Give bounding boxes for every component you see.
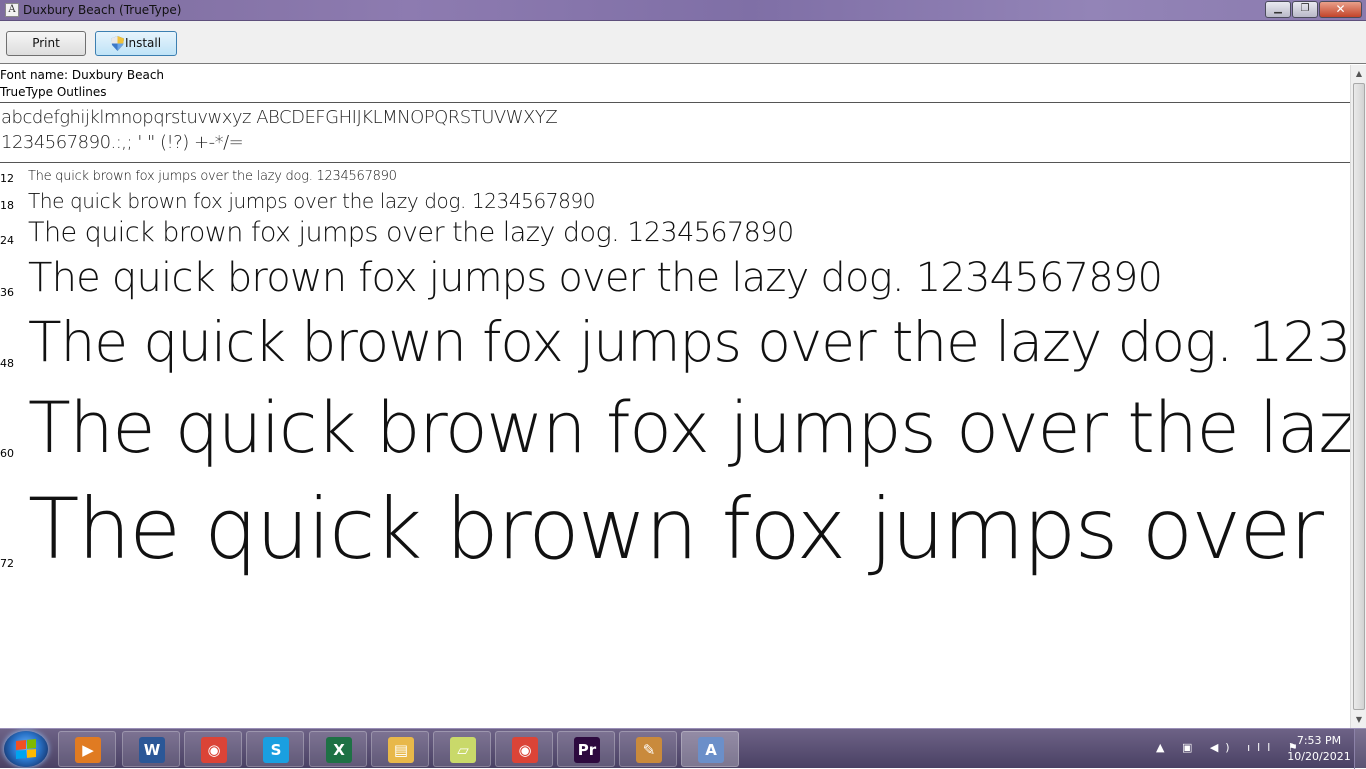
- size-label: 48: [0, 357, 14, 370]
- window-title: Duxbury Beach (TrueType): [23, 3, 182, 17]
- toolbar: Print Install: [0, 21, 1366, 64]
- scroll-thumb[interactable]: [1353, 83, 1365, 710]
- scroll-down-button[interactable]: ▼: [1351, 711, 1366, 728]
- size-label: 72: [0, 557, 14, 570]
- sample-text: The quick brown fox jumps over the lazy …: [28, 480, 1350, 578]
- chrome-icon: ◉: [201, 737, 227, 763]
- chrome-icon-2: ◉: [512, 737, 538, 763]
- title-bar: A Duxbury Beach (TrueType) ▁ ❐ ✕: [0, 0, 1366, 21]
- taskbar-button[interactable]: X: [309, 731, 367, 767]
- excel-icon: X: [326, 737, 352, 763]
- font-preview-pane: Font name: Duxbury Beach TrueType Outlin…: [0, 65, 1350, 728]
- sticky-notes-icon: ▱: [450, 737, 476, 763]
- size-label: 60: [0, 447, 14, 460]
- taskbar-button[interactable]: ◉: [184, 731, 242, 767]
- taskbar-button[interactable]: S: [246, 731, 304, 767]
- close-button[interactable]: ✕: [1319, 1, 1362, 18]
- size-label: 36: [0, 286, 14, 299]
- media-player-icon: ▶: [75, 737, 101, 763]
- tray-icons[interactable]: ▲ ▣ ◀) ıll ⚑: [1156, 741, 1305, 754]
- font-type-line: TrueType Outlines: [0, 85, 107, 99]
- taskbar-button[interactable]: ▶: [58, 731, 116, 767]
- taskbar-button[interactable]: ◉: [495, 731, 553, 767]
- taskbar-button[interactable]: W: [122, 731, 180, 767]
- show-desktop-button[interactable]: [1354, 729, 1366, 769]
- sample-row-48: 48 The quick brown fox jumps over the la…: [0, 310, 1350, 380]
- sample-row-60: 60 The quick brown fox jumps over the la…: [0, 387, 1350, 469]
- sample-text: The quick brown fox jumps over the lazy …: [28, 217, 794, 248]
- start-button[interactable]: [4, 731, 48, 767]
- taskbar: ▶ W ◉ S X ▤ ▱ ◉ Pr ✎ A ▲ ▣ ◀) ıll ⚑ 7:53 PM 10/20/…: [0, 728, 1366, 769]
- scroll-up-button[interactable]: ▲: [1351, 65, 1366, 82]
- file-explorer-icon: ▤: [388, 737, 414, 763]
- vertical-scrollbar[interactable]: ▲ ▼: [1350, 65, 1366, 728]
- sample-row-18: 18 The quick brown fox jumps over the la…: [0, 189, 1350, 217]
- windows-logo-icon: [16, 738, 36, 760]
- size-label: 12: [0, 172, 14, 185]
- sample-row-72: 72 The quick brown fox jumps over the la…: [0, 480, 1350, 590]
- font-file-icon: A: [5, 3, 19, 17]
- install-button[interactable]: Install: [95, 31, 177, 56]
- print-button[interactable]: Print: [6, 31, 86, 56]
- sample-text: The quick brown fox jumps over the lazy …: [28, 310, 1350, 374]
- taskbar-button[interactable]: A: [681, 731, 739, 767]
- word-icon: W: [139, 737, 165, 763]
- sample-text: The quick brown fox jumps over the lazy …: [28, 387, 1350, 469]
- premiere-icon: Pr: [574, 737, 600, 763]
- sample-text: The quick brown fox jumps over the lazy …: [28, 189, 596, 213]
- clock-time[interactable]: 7:53 PM: [1284, 734, 1354, 747]
- size-label: 18: [0, 199, 14, 212]
- uac-shield-icon: [111, 36, 124, 51]
- system-tray: ▲ ▣ ◀) ıll ⚑ 7:53 PM 10/20/2021: [1156, 729, 1366, 769]
- charset-symbols: 1234567890.:,; ' " (!?) +-*/=: [1, 132, 244, 153]
- sample-text: The quick brown fox jumps over the lazy …: [28, 169, 397, 184]
- taskbar-button[interactable]: Pr: [557, 731, 615, 767]
- taskbar-button[interactable]: ✎: [619, 731, 677, 767]
- paint-icon: ✎: [636, 737, 662, 763]
- divider: [0, 102, 1350, 103]
- skype-icon: S: [263, 737, 289, 763]
- sample-row-12: 12 The quick brown fox jumps over the la…: [0, 169, 1350, 187]
- sample-row-24: 24 The quick brown fox jumps over the la…: [0, 217, 1350, 253]
- clock-date[interactable]: 10/20/2021: [1284, 750, 1354, 763]
- sample-text: The quick brown fox jumps over the lazy …: [28, 255, 1163, 301]
- size-label: 24: [0, 234, 14, 247]
- sample-row-36: 36 The quick brown fox jumps over the la…: [0, 255, 1350, 307]
- window-controls: ▁ ❐ ✕: [1265, 1, 1362, 18]
- divider: [0, 162, 1350, 163]
- font-name-line: Font name: Duxbury Beach: [0, 68, 165, 82]
- font-info: Font name: Duxbury Beach TrueType Outlin…: [0, 67, 164, 101]
- charset-letters: abcdefghijklmnopqrstuvwxyz ABCDEFGHIJKLM…: [1, 107, 558, 128]
- font-viewer-icon: A: [698, 737, 724, 763]
- maximize-button[interactable]: ❐: [1292, 1, 1318, 18]
- taskbar-button[interactable]: ▱: [433, 731, 491, 767]
- install-label: Install: [124, 36, 162, 50]
- taskbar-button[interactable]: ▤: [371, 731, 429, 767]
- minimize-button[interactable]: ▁: [1265, 1, 1291, 18]
